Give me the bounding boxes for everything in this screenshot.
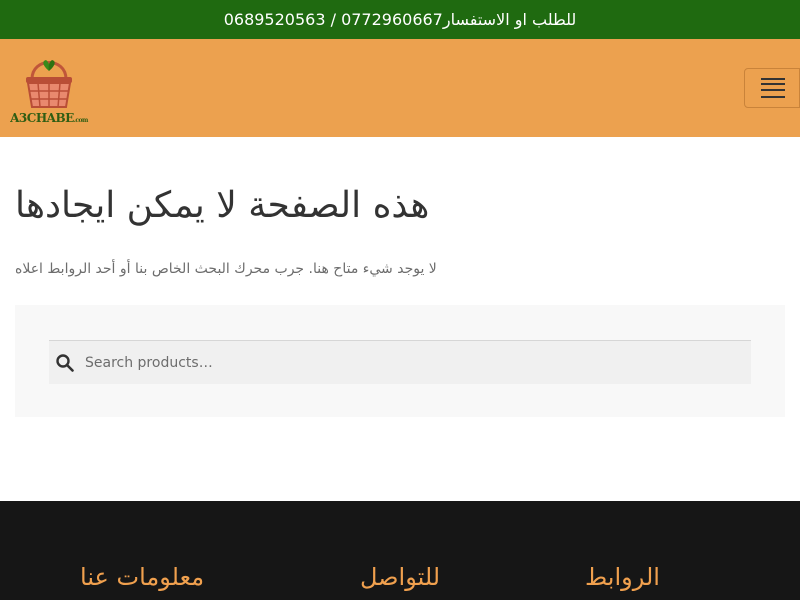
footer-heading-links: الروابط bbox=[585, 563, 660, 591]
site-header: A3CHABE.com bbox=[0, 39, 800, 137]
search-panel bbox=[15, 305, 785, 417]
search-icon[interactable] bbox=[56, 354, 74, 372]
menu-toggle-button[interactable] bbox=[744, 68, 800, 108]
logo-text: A3CHABE.com bbox=[8, 111, 90, 125]
search-input[interactable] bbox=[85, 341, 745, 384]
logo-suffix: .com bbox=[73, 117, 89, 124]
top-contact-bar: للطلب او الاستفسار0772960667 / 068952056… bbox=[0, 0, 800, 39]
site-footer: معلومات عنا للتواصل الروابط bbox=[0, 501, 800, 600]
contact-text: للطلب او الاستفسار0772960667 / 068952056… bbox=[223, 10, 577, 29]
logo-wordmark: A3CHABE bbox=[10, 111, 74, 125]
page-title: هذه الصفحة لا يمكن ايجادها bbox=[15, 185, 430, 226]
footer-heading-contact: للتواصل bbox=[360, 563, 441, 591]
hamburger-menu-icon bbox=[761, 78, 785, 98]
product-search-box bbox=[49, 340, 751, 384]
basket-logo-icon bbox=[26, 60, 72, 108]
site-logo[interactable]: A3CHABE.com bbox=[8, 49, 90, 127]
page-description: لا يوجد شيء متاح هنا. جرب محرك البحث الخ… bbox=[15, 261, 437, 277]
main-content: هذه الصفحة لا يمكن ايجادها لا يوجد شيء م… bbox=[0, 137, 800, 501]
footer-heading-about: معلومات عنا bbox=[80, 563, 205, 591]
